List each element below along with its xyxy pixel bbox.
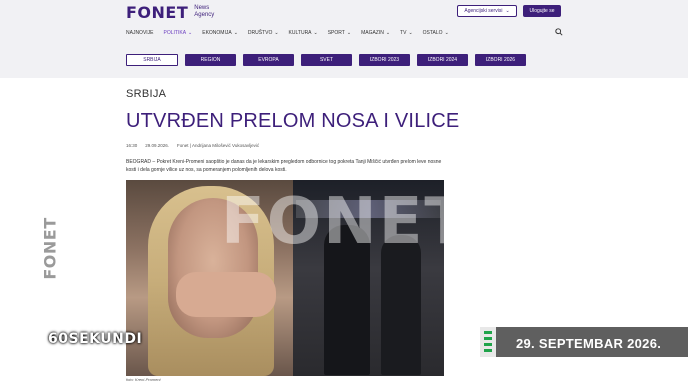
date-banner-text: 29. SEPTEMBAR 2026. [516,336,662,351]
nav-label: TV [400,30,407,36]
logo-sub-agency: Agency [194,12,215,18]
search-icon[interactable] [555,28,563,36]
vertical-logo: FONET [30,216,70,280]
logo-sub-news: News [194,5,210,11]
stripe-bar [484,331,492,334]
article-date: 29.09.2026. [145,143,170,148]
agency-services-select[interactable]: Agencijski servisi ⌄ [457,5,517,17]
photo-watermark: FONET [221,185,444,259]
site-logo[interactable]: FONET News Agency [126,3,214,22]
chevron-down-icon: ⌄ [313,30,318,36]
tag-izbori-2023[interactable]: IZBORI 2023 [359,54,410,66]
agency-select-label: Agencijski servisi [464,8,503,14]
nav-label: MAGAZIN [361,30,384,36]
article-photo: FONET [126,180,444,376]
nav-item-ostalo[interactable]: OSTALO ⌄ [423,28,449,38]
nav-item-ekonomija[interactable]: EKONOMIJA ⌄ [202,28,238,38]
site-header: FONET News Agency Agencijski servisi ⌄ U… [0,0,688,78]
stripe-bar [484,343,492,346]
nav-item-magazin[interactable]: MAGAZIN ⌄ [361,28,390,38]
chevron-down-icon: ⌄ [385,30,391,36]
chevron-down-icon: ⌄ [233,30,238,36]
nav-item-politika[interactable]: POLITIKA ⌄ [164,28,193,38]
article-meta: 16:30 29.09.2026. Fonet | Andrijana Milo… [126,143,259,148]
article-section: SRBIJA [126,88,167,100]
stripe-bar [484,337,492,340]
stripe-bar [484,349,492,352]
sekundi-logo: 60SEKUNDI [48,331,143,347]
logo-word: FONET [126,3,189,22]
article-title: UTVRĐEN PRELOM NOSA I VILICE [126,110,460,132]
vertical-logo-text: FONET [40,216,60,280]
nav-label: NAJNOVIJE [126,30,154,36]
chevron-down-icon: ⌄ [408,30,413,36]
chevron-down-icon: ⌄ [346,30,352,36]
main-nav: NAJNOVIJE POLITIKA ⌄ EKONOMIJA ⌄ DRUŠTVO ⌄ … [126,28,459,38]
tag-srbija[interactable]: SRBIJA [126,54,178,66]
photo-hand [176,272,276,317]
nav-item-tv[interactable]: TV ⌄ [400,28,413,38]
login-button[interactable]: Ulogujte se [523,5,561,17]
tag-svet[interactable]: SVET [301,54,352,66]
tag-region[interactable]: REGION [185,54,236,66]
article-lead: BEOGRAD – Pokret Kreni-Promeni saopštio … [126,159,442,173]
photo-caption: foto: Kreni-Promeni [126,377,161,382]
date-banner: 29. SEPTEMBAR 2026. [480,327,688,357]
nav-item-kultura[interactable]: KULTURA ⌄ [289,28,318,38]
tag-evropa[interactable]: EVROPA [243,54,294,66]
chevron-down-icon: ⌄ [274,30,279,36]
chevron-down-icon: ⌄ [444,30,449,36]
tag-izbori-2024[interactable]: IZBORI 2024 [417,54,468,66]
logo-subtitle: News Agency [194,5,214,19]
nav-label: DRUŠTVO [247,30,273,36]
chevron-down-icon: ⌄ [188,30,193,36]
nav-label: POLITIKA [163,30,187,36]
date-banner-stripe [480,327,496,357]
nav-label: SPORT [327,30,345,36]
nav-item-sport[interactable]: SPORT ⌄ [328,28,351,38]
tag-row: SRBIJA REGION EVROPA SVET IZBORI 2023 IZ… [126,54,533,66]
nav-item-drustvo[interactable]: DRUŠTVO ⌄ [248,28,279,38]
nav-label: EKONOMIJA [202,30,232,36]
chevron-down-icon: ⌄ [505,8,510,14]
tag-izbori-2026[interactable]: IZBORI 2026 [475,54,526,66]
article-author: Fonet | Andrijana Milošević Vukosavljevi… [177,143,260,148]
nav-item-najnovije[interactable]: NAJNOVIJE [126,28,154,38]
article-time: 16:30 [126,143,138,148]
nav-label: KULTURA [288,30,312,36]
nav-label: OSTALO [422,30,443,36]
